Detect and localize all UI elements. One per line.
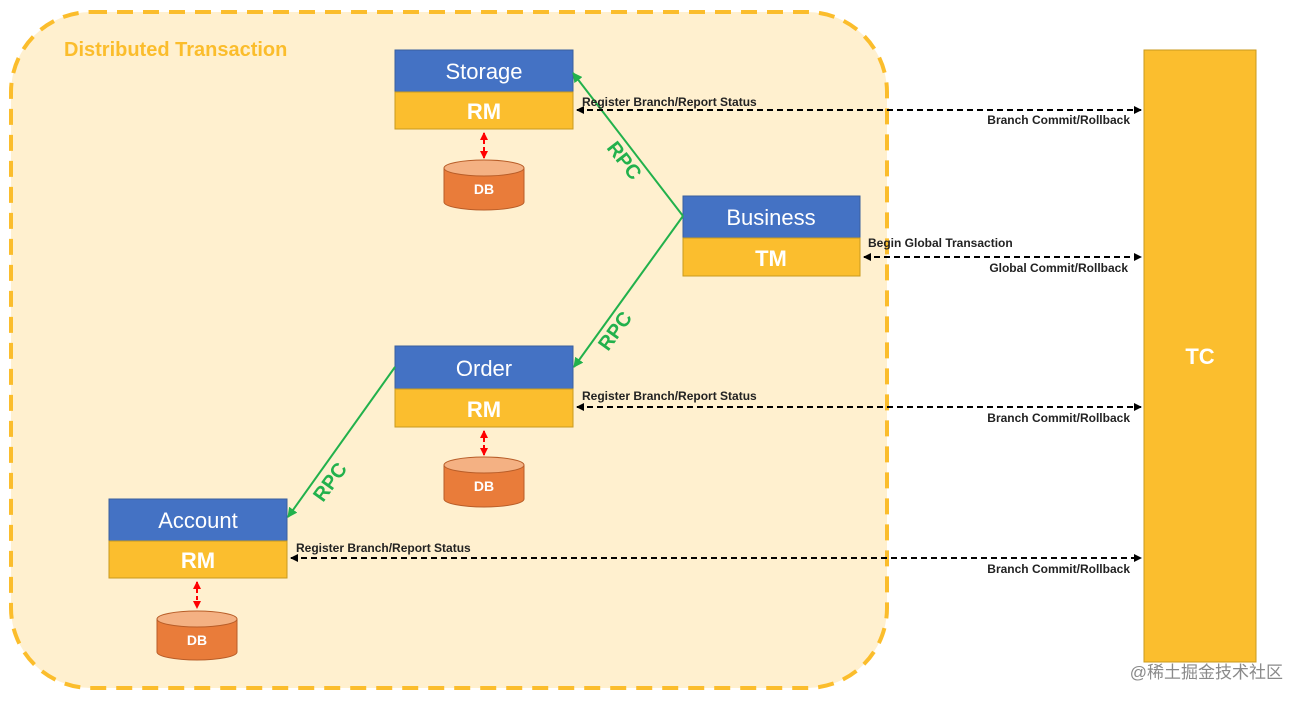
order-rm-label: RM bbox=[467, 397, 501, 422]
storage-node: Storage RM bbox=[394, 49, 574, 130]
account-db-label: DB bbox=[187, 632, 207, 648]
storage-rm-label: RM bbox=[467, 99, 501, 124]
tc-node: TC bbox=[1143, 49, 1257, 663]
storage-commit-label: Branch Commit/Rollback bbox=[987, 113, 1130, 127]
account-commit-label: Branch Commit/Rollback bbox=[987, 562, 1130, 576]
region-title: Distributed Transaction bbox=[64, 39, 287, 61]
order-node: Order RM bbox=[394, 345, 574, 428]
watermark: @稀土掘金技术社区 bbox=[1129, 663, 1283, 682]
storage-register-label: Register Branch/Report Status bbox=[582, 95, 757, 109]
order-commit-label: Branch Commit/Rollback bbox=[987, 411, 1130, 425]
order-register-label: Register Branch/Report Status bbox=[582, 389, 757, 403]
storage-service-label: Storage bbox=[445, 59, 522, 84]
order-db-label: DB bbox=[474, 478, 494, 494]
begin-global-label: Begin Global Transaction bbox=[868, 236, 1013, 250]
order-db-icon: DB bbox=[443, 456, 525, 508]
account-service-label: Account bbox=[158, 508, 238, 533]
business-service-label: Business bbox=[726, 205, 815, 230]
seata-architecture-diagram: Distributed Transaction TC Storage RM DB… bbox=[9, 10, 1257, 690]
order-service-label: Order bbox=[456, 356, 512, 381]
business-tm-label: TM bbox=[755, 246, 787, 271]
account-node: Account RM bbox=[108, 498, 288, 579]
account-rm-label: RM bbox=[181, 548, 215, 573]
storage-db-label: DB bbox=[474, 181, 494, 197]
storage-db-icon: DB bbox=[443, 159, 525, 211]
account-register-label: Register Branch/Report Status bbox=[296, 541, 471, 555]
tc-label: TC bbox=[1185, 344, 1214, 369]
account-db-icon: DB bbox=[156, 610, 238, 661]
business-node: Business TM bbox=[682, 195, 861, 277]
global-commit-label: Global Commit/Rollback bbox=[989, 261, 1128, 275]
